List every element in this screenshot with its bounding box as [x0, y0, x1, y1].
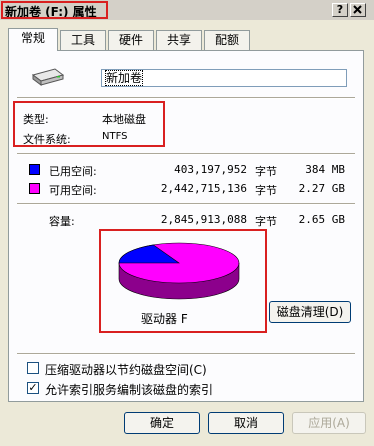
cancel-button[interactable]: 取消 — [208, 412, 284, 434]
type-value: 本地磁盘 — [102, 113, 146, 126]
tab-tools[interactable]: 工具 — [60, 30, 106, 50]
disk-cleanup-button[interactable]: 磁盘清理(D) — [269, 301, 351, 323]
title-bar: 新加卷 (F:) 属性 ? — [0, 0, 374, 20]
free-unit: 字节 — [255, 184, 277, 197]
fs-value: NTFS — [102, 131, 128, 142]
fs-label: 文件系统: — [23, 133, 71, 146]
divider — [17, 97, 355, 99]
divider — [17, 353, 355, 355]
general-panel: 新加卷 类型: 本地磁盘 文件系统: NTFS 已用空间: 403,197,95… — [8, 50, 364, 402]
apply-button[interactable]: 应用(A) — [292, 412, 366, 434]
free-bytes: 2,442,715,136 — [160, 182, 247, 195]
tab-quota[interactable]: 配额 — [204, 30, 250, 50]
used-label: 已用空间: — [49, 165, 97, 178]
capacity-label: 容量: — [49, 215, 75, 228]
window-title: 新加卷 (F:) 属性 — [5, 5, 97, 19]
ok-button[interactable]: 确定 — [124, 412, 200, 434]
free-size: 2.27 GB — [298, 182, 345, 195]
used-bytes: 403,197,952 — [174, 163, 247, 176]
drive-label: 驱动器 F — [141, 312, 188, 326]
used-unit: 字节 — [255, 165, 277, 178]
volume-name-value: 新加卷 — [104, 70, 144, 86]
type-label: 类型: — [23, 113, 49, 126]
capacity-bytes: 2,845,913,088 — [160, 213, 247, 226]
disk-usage-pie — [118, 242, 240, 300]
volume-name-input[interactable]: 新加卷 — [101, 69, 347, 87]
divider — [17, 203, 355, 205]
compress-checkbox[interactable] — [27, 362, 39, 374]
used-size: 384 MB — [305, 163, 345, 176]
capacity-size: 2.65 GB — [298, 213, 345, 226]
index-checkbox[interactable]: ✓ — [27, 382, 39, 394]
capacity-unit: 字节 — [255, 215, 277, 228]
free-label: 可用空间: — [49, 184, 97, 197]
free-swatch — [29, 183, 40, 194]
tab-general[interactable]: 常规 — [8, 28, 58, 51]
divider — [17, 153, 355, 155]
close-button[interactable] — [350, 3, 366, 17]
tab-sharing[interactable]: 共享 — [156, 30, 202, 50]
used-swatch — [29, 164, 40, 175]
help-button[interactable]: ? — [332, 3, 348, 17]
close-icon — [353, 5, 362, 14]
compress-label: 压缩驱动器以节约磁盘空间(C) — [45, 363, 207, 377]
drive-icon — [31, 68, 65, 86]
index-label: 允许索引服务编制该磁盘的索引 — [45, 383, 214, 397]
tab-hardware[interactable]: 硬件 — [108, 30, 154, 50]
